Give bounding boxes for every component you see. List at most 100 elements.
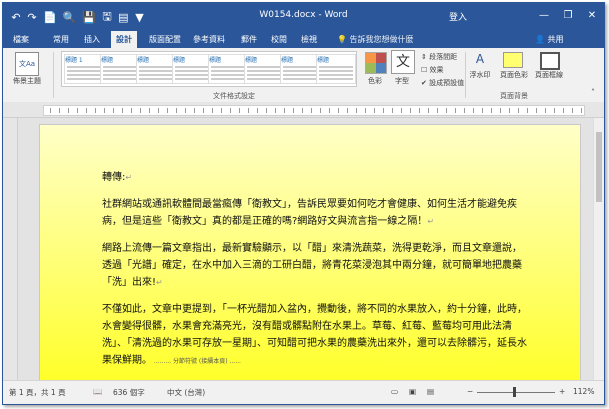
tab-review[interactable]: 校閱	[271, 34, 287, 45]
share-button[interactable]: 👤 共用	[535, 34, 564, 45]
themes-label[interactable]: 佈景主題	[7, 76, 47, 86]
page-color-label[interactable]: 頁面色彩	[497, 70, 531, 80]
ribbon-tabs: 檔案 常用 插入 設計 版面配置 參考資料 郵件 校閱 檢視 💡 告訴我您想做什…	[3, 31, 604, 48]
tell-me-box[interactable]: 💡 告訴我您想做什麼	[337, 34, 414, 45]
section-break-marker: ......... 分節符號 (接續本頁) ......	[152, 358, 241, 365]
document-body[interactable]: 轉傳:↵ 社群網站或通訊軟體間最當瘋傳「衛教文」，告訴民眾要如何吃才會健康、如何…	[102, 169, 527, 380]
paragraph-2: 網路上流傳一篇文章指出，最新實驗顯示，以「醋」來清洗蔬菜，洗得更乾淨，而且文章還…	[102, 243, 522, 288]
page-borders-label[interactable]: 頁面框線	[531, 70, 567, 80]
ruler-tick	[473, 108, 474, 113]
style-set-thumbnail[interactable]: 標題	[280, 54, 320, 84]
word-window: ↶ ↷ 📄 🔍 💾 🖫 ▤ ▼ W0154.docx - Word 登入 — ❐ ✕ 檔案 常…	[2, 2, 605, 405]
tab-references[interactable]: 參考資料	[193, 34, 225, 45]
tab-file[interactable]: 檔案	[13, 34, 29, 45]
ruler-tick	[275, 108, 276, 113]
style-set-gallery[interactable]: 標題 1 標題 標題 標題 標題 標題 標題 標題	[61, 51, 357, 87]
page-count[interactable]: 第 1 頁，共 1 頁	[9, 387, 66, 398]
ruler-tick	[131, 108, 132, 113]
set-default-button[interactable]: ✔ 設成預設值	[421, 78, 464, 88]
colors-icon[interactable]	[365, 52, 387, 74]
tab-insert[interactable]: 插入	[84, 34, 100, 45]
ruler-tick	[392, 108, 393, 113]
ruler-tick	[266, 108, 267, 113]
tab-layout[interactable]: 版面配置	[149, 34, 181, 45]
heading-line: 轉傳:	[102, 172, 126, 183]
style-set-thumbnail[interactable]: 標題	[100, 54, 140, 84]
zoom-in-button[interactable]: +	[559, 387, 565, 396]
ruler-tick	[509, 108, 510, 113]
web-layout-icon[interactable]: ▤	[427, 387, 434, 396]
ruler-tick	[257, 108, 258, 113]
vertical-ruler[interactable]	[3, 118, 18, 380]
effects-label: 效果	[429, 66, 444, 74]
style-set-thumbnail-label: 標題 1	[65, 57, 83, 64]
thumbnail-line	[319, 70, 353, 72]
vertical-scrollbar[interactable]	[593, 118, 604, 380]
ruler-tick	[194, 108, 195, 113]
tab-view[interactable]: 檢視	[301, 34, 317, 45]
style-set-thumbnail[interactable]: 標題	[172, 54, 212, 84]
ruler-tick	[365, 108, 366, 113]
style-set-thumbnail[interactable]: 標題	[208, 54, 248, 84]
zoom-out-button[interactable]: −	[467, 387, 473, 396]
thumbnail-line	[139, 78, 173, 80]
style-set-thumbnail[interactable]: 標題	[136, 54, 176, 84]
thumbnail-line	[283, 78, 317, 80]
ruler-tick	[158, 108, 159, 113]
thumbnail-line	[67, 66, 101, 68]
tab-design[interactable]: 設計	[111, 31, 137, 48]
page-borders-icon[interactable]	[540, 52, 560, 70]
watermark-label[interactable]: 浮水印	[465, 70, 495, 80]
zoom-slider[interactable]	[477, 392, 555, 393]
ruler-tick	[185, 108, 186, 113]
print-layout-icon[interactable]: ▣	[409, 387, 416, 396]
restore-button[interactable]: ❐	[556, 3, 580, 29]
thumbnail-line	[175, 78, 209, 80]
paragraph-spacing-button[interactable]: ⇕ 段落間距	[421, 52, 457, 62]
word-count[interactable]: 636 個字	[113, 387, 145, 398]
ruler-tick	[545, 108, 546, 113]
style-set-thumbnail[interactable]: 標題	[316, 54, 356, 84]
language-indicator[interactable]: 中文 (台灣)	[167, 387, 205, 398]
proofing-icon[interactable]: 📖	[93, 387, 102, 396]
zoom-level[interactable]: 112%	[573, 387, 594, 396]
ribbon: 文Aa 佈景主題 標題 1 標題 標題 標題 標題 標題 標題 標題 文件格式設定 色彩 文 …	[3, 48, 604, 103]
effects-button[interactable]: ☐ 效果	[421, 65, 444, 75]
horizontal-ruler[interactable]	[3, 102, 604, 118]
style-set-thumbnail[interactable]: 標題	[244, 54, 284, 84]
sign-in-link[interactable]: 登入	[449, 10, 467, 23]
ruler-tick	[383, 108, 384, 113]
page-color-icon[interactable]	[503, 52, 523, 68]
tab-home[interactable]: 常用	[53, 34, 69, 45]
zoom-slider-thumb[interactable]	[513, 387, 516, 397]
minimize-button[interactable]: —	[532, 3, 556, 29]
close-button[interactable]: ✕	[580, 3, 604, 29]
fonts-label[interactable]: 字型	[387, 76, 417, 86]
ruler-tick	[536, 108, 537, 113]
scrollbar-thumb[interactable]	[596, 132, 602, 202]
thumbnail-line	[103, 66, 137, 68]
fonts-icon[interactable]: 文	[391, 50, 415, 74]
ruler-tick	[50, 108, 51, 113]
tab-mailings[interactable]: 郵件	[241, 34, 257, 45]
watermark-icon[interactable]: A	[468, 52, 492, 66]
themes-icon[interactable]: 文Aa	[15, 52, 39, 76]
document-page[interactable]: 轉傳:↵ 社群網站或通訊軟體間最當瘋傳「衛教文」，告訴民眾要如何吃才會健康、如何…	[39, 124, 581, 380]
ruler-tick	[446, 108, 447, 113]
thumbnail-line	[175, 70, 209, 72]
thumbnail-line	[139, 74, 173, 76]
ruler-tick	[338, 108, 339, 113]
colors-label[interactable]: 色彩	[361, 76, 389, 86]
thumbnail-line	[211, 74, 245, 76]
ruler-tick	[140, 108, 141, 113]
ruler-tick	[149, 108, 150, 113]
style-set-thumbnail-label: 標題	[281, 57, 294, 64]
thumbnail-line	[283, 66, 317, 68]
thumbnail-line	[247, 78, 281, 80]
collapse-ribbon-icon[interactable]: ˄	[591, 88, 595, 97]
person-icon: 👤	[535, 35, 545, 44]
style-set-thumbnail[interactable]: 標題 1	[64, 54, 104, 84]
ruler-tick	[230, 108, 231, 113]
share-label: 共用	[547, 35, 564, 44]
read-mode-icon[interactable]: ▭	[391, 387, 398, 396]
